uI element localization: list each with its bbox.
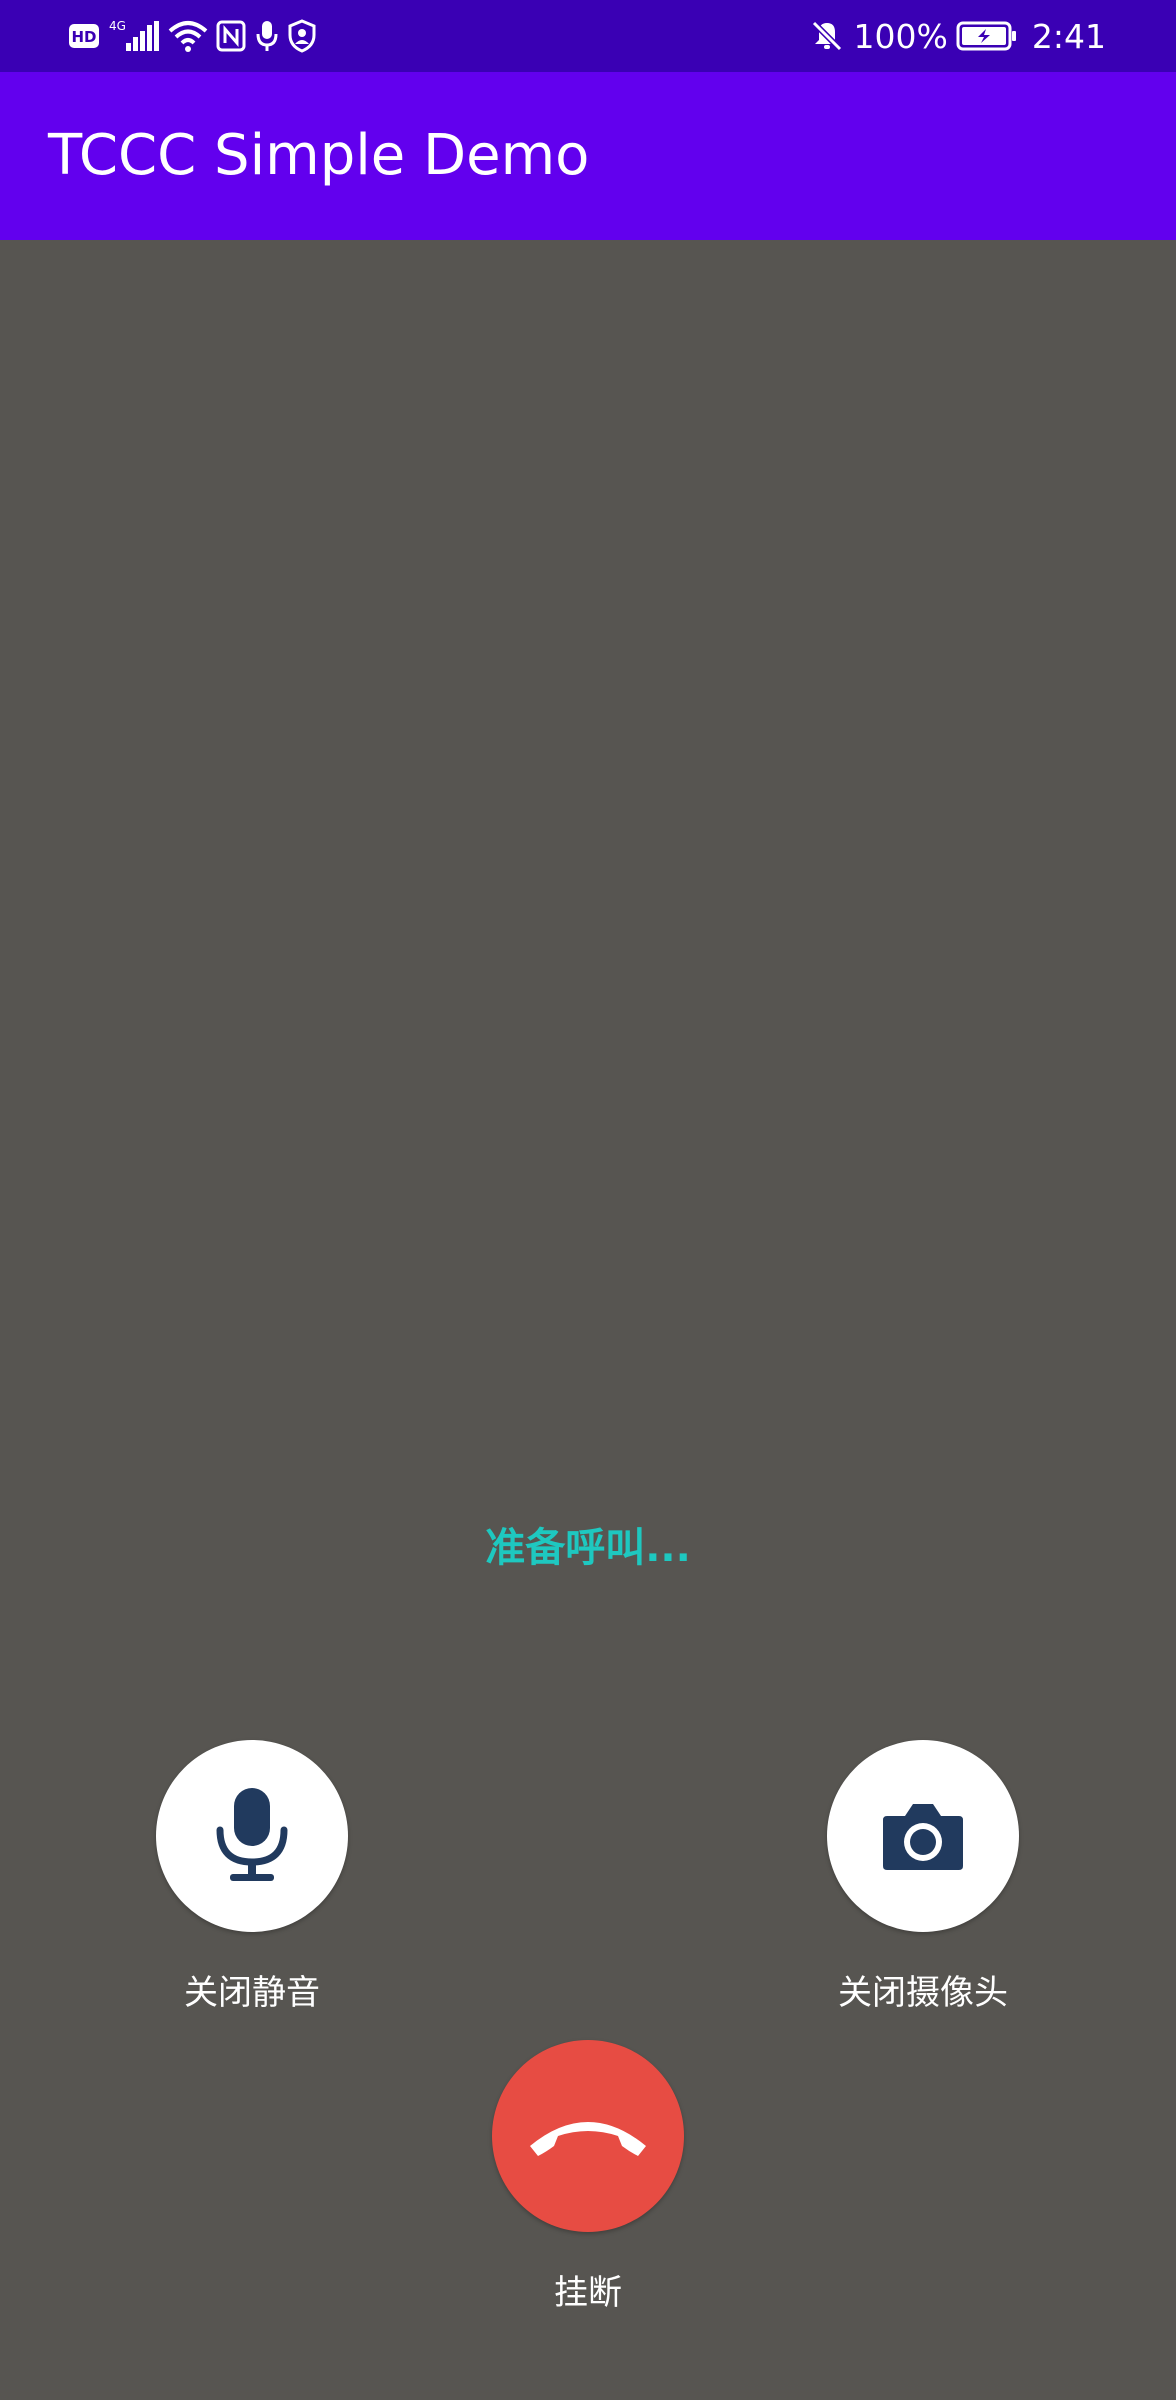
microphone-icon bbox=[216, 1788, 288, 1881]
status-icons-left: HD 4G bbox=[68, 16, 316, 56]
mute-button[interactable] bbox=[156, 1740, 348, 1932]
hang-up-button[interactable] bbox=[492, 2040, 684, 2232]
battery-charging-icon bbox=[956, 21, 1016, 51]
hang-up-icon bbox=[530, 2122, 646, 2156]
svg-text:4G: 4G bbox=[109, 19, 126, 33]
status-icons-right: 100% 2:41 bbox=[810, 16, 1106, 56]
signal-4g-icon: 4G bbox=[109, 19, 159, 51]
camera-label: 关闭摄像头 bbox=[838, 1973, 1008, 2013]
clock: 2:41 bbox=[1031, 16, 1106, 56]
app-title: TCCC Simple Demo bbox=[48, 123, 590, 188]
camera-button[interactable] bbox=[827, 1740, 1019, 1932]
bell-off-icon bbox=[811, 20, 842, 52]
nfc-icon bbox=[216, 20, 246, 52]
call-status-text: 准备呼叫... bbox=[485, 1525, 691, 1571]
hd-icon: HD bbox=[69, 24, 99, 48]
microphone-status-icon bbox=[256, 21, 278, 51]
app-bar: TCCC Simple Demo bbox=[0, 72, 1176, 240]
svg-text:HD: HD bbox=[71, 28, 96, 46]
mute-label: 关闭静音 bbox=[184, 1973, 320, 2013]
camera-icon bbox=[883, 1804, 963, 1870]
wifi-icon bbox=[168, 21, 208, 52]
battery-percent: 100% bbox=[853, 16, 948, 56]
hang-up-label: 挂断 bbox=[554, 2273, 622, 2313]
status-bar: HD 4G 100% 2:41 bbox=[0, 0, 1176, 72]
privacy-shield-icon bbox=[288, 19, 316, 53]
